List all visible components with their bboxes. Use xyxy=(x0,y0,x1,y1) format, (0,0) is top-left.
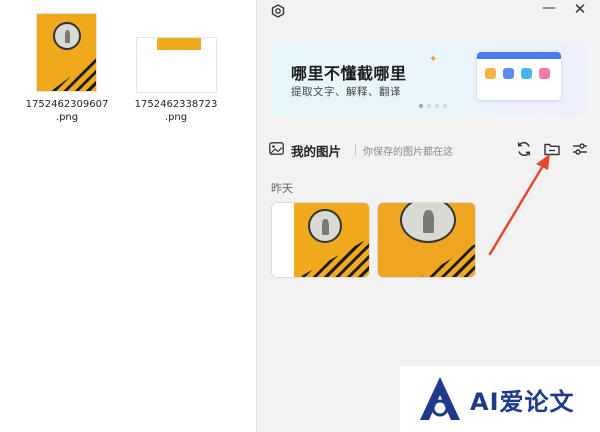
file-name-line1: 1752462309607 xyxy=(25,99,109,110)
feature-chip-icon xyxy=(503,68,514,79)
minimize-button[interactable]: — xyxy=(541,0,557,18)
file-thumbnail[interactable] xyxy=(37,14,96,91)
carousel-dot[interactable] xyxy=(427,104,431,108)
banner-subtitle: 提取文字、解释、翻译 xyxy=(291,86,401,98)
file-thumbnail[interactable] xyxy=(136,37,217,93)
file-explorer-pane: 1752462309607 .png 1752462338723 .png xyxy=(0,0,256,432)
carousel-dot[interactable] xyxy=(443,104,447,108)
annotation-arrow xyxy=(488,154,550,256)
feature-chip-icon xyxy=(485,68,496,79)
window-circle xyxy=(53,22,81,50)
carousel-dot[interactable] xyxy=(435,104,439,108)
saved-image-card[interactable] xyxy=(271,202,370,278)
image-strip xyxy=(157,38,201,50)
banner-title: 哪里不懂截哪里 xyxy=(291,64,407,83)
file-name-line1: 1752462338723 xyxy=(134,99,218,110)
date-group-label: 昨天 xyxy=(271,182,293,195)
watermark-text: AI爱论文 xyxy=(470,388,575,416)
close-button[interactable]: ✕ xyxy=(571,0,589,18)
file-name[interactable]: 1752462309607 .png xyxy=(12,98,122,124)
section-hint: 你保存的图片都在这 xyxy=(363,147,453,158)
file-name-line2: .png xyxy=(55,112,79,123)
banner-illustration xyxy=(477,52,561,100)
sparkle-icon: ✦ xyxy=(429,54,438,65)
settings-sliders-icon[interactable] xyxy=(571,140,589,158)
window-circle xyxy=(308,209,342,243)
image-icon xyxy=(269,142,284,155)
carousel-dot[interactable] xyxy=(419,104,423,108)
file-name[interactable]: 1752462338723 .png xyxy=(121,98,231,124)
file-name-line2: .png xyxy=(164,112,188,123)
feature-chip-icon xyxy=(539,68,550,79)
watermark-logo-icon xyxy=(420,377,460,420)
section-title: 我的图片 xyxy=(291,144,342,159)
divider xyxy=(355,144,356,156)
feature-chip-icon xyxy=(521,68,532,79)
carousel-dots[interactable] xyxy=(419,104,447,108)
saved-image-card[interactable] xyxy=(377,202,476,278)
mock-titlebar xyxy=(477,52,561,59)
promo-banner[interactable]: 哪里不懂截哪里 提取文字、解释、翻译 ✦ xyxy=(271,42,587,116)
watermark: AI爱论文 xyxy=(400,366,600,432)
app-logo-icon[interactable] xyxy=(271,4,285,18)
stairs-graphic xyxy=(51,58,96,91)
